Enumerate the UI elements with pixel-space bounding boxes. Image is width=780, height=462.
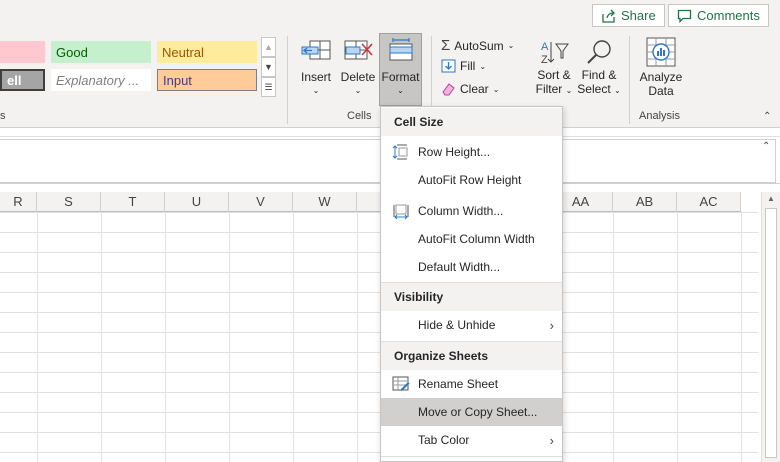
insert-label: Insert [300,70,331,84]
scroll-up-button[interactable]: ▲ [764,194,778,206]
group-separator [629,36,630,124]
share-label: Share [621,8,656,23]
collapse-ribbon-icon[interactable]: ⌃ [763,111,771,122]
sort-filter-icon: A Z [541,41,569,66]
find-select-label-line1: Find & [581,68,617,82]
column-header-r[interactable]: R [0,192,37,212]
menu-item-default-width[interactable]: Default Width... [381,253,562,281]
chevron-down-icon: ⌄ [354,86,362,95]
chevron-down-icon: ⌄ [312,86,320,95]
gallery-more-button[interactable]: ☰ [261,77,276,97]
chevron-down-icon: ⌄ [492,84,500,94]
style-good-cell[interactable]: Good [51,41,151,63]
format-button[interactable]: Format ⌄ [379,33,422,106]
find-select-label-line2: Select [577,82,611,96]
format-dropdown-menu: Cell Size Row Height... AutoFit Row Heig… [380,106,563,462]
style-neutral-cell[interactable]: Neutral [157,41,257,63]
style-explanatory-cell[interactable]: Explanatory ... [51,69,151,91]
menu-header-organize-sheets: Organize Sheets [381,342,562,370]
chevron-right-icon: › [549,318,554,333]
svg-text:Z: Z [541,54,548,66]
clear-label: Clear [460,82,489,96]
analysis-group-label: Analysis [639,110,680,122]
fill-button[interactable]: Fill ⌄ [441,59,486,73]
sort-filter-label-line1: Sort & [537,68,571,82]
vertical-scrollbar[interactable]: ▲ [761,192,780,462]
autosum-button[interactable]: Σ AutoSum ⌄ [441,37,514,54]
cells-group-label: Cells [347,110,372,122]
share-button[interactable]: Share [592,4,665,27]
insert-button[interactable]: Insert ⌄ [296,38,336,104]
fill-down-icon [441,59,456,73]
column-header-u[interactable]: U [165,192,229,212]
column-header-s[interactable]: S [37,192,101,212]
gallery-scroll-up-button[interactable]: ▲ [261,37,276,57]
style-input-cell[interactable]: Input [157,69,257,91]
chevron-right-icon: › [549,433,554,448]
comments-button[interactable]: Comments [668,4,769,27]
format-label: Format [381,70,420,84]
scroll-thumb[interactable] [765,208,777,458]
styles-group-label: s [0,110,6,122]
sigma-icon: Σ [441,37,451,54]
delete-cells-icon [344,40,373,60]
menu-item-row-height[interactable]: Row Height... [381,138,562,166]
row-height-icon [392,144,408,160]
analyze-data-icon [646,37,676,67]
column-width-icon [393,204,409,220]
menu-separator [381,456,562,457]
style-bad-cell[interactable] [0,41,45,63]
analyze-data-button[interactable]: Analyze Data [636,36,686,104]
analyze-label-line2: Data [648,84,674,98]
share-icon [602,9,615,23]
menu-item-move-copy-sheet[interactable]: Move or Copy Sheet... [381,398,562,426]
delete-label: Delete [340,70,376,84]
column-header-w[interactable]: W [293,192,357,212]
column-header-ac[interactable]: AC [677,192,741,212]
sort-filter-button[interactable]: A Z Sort & Filter ⌄ [533,38,575,104]
format-cells-icon [389,38,412,61]
autosum-label: AutoSum [454,38,504,53]
expand-formula-bar-icon[interactable]: ⌃ [762,141,770,152]
rename-sheet-icon [392,376,410,391]
eraser-icon [442,83,455,96]
column-header-t[interactable]: T [101,192,165,212]
cell-grid[interactable] [0,212,758,462]
style-check-cell[interactable]: ell [0,69,45,91]
menu-header-visibility: Visibility [381,283,562,311]
clear-button[interactable]: Clear ⌄ [441,82,499,96]
column-header-ab[interactable]: AB [613,192,677,212]
comment-icon [677,9,692,23]
find-select-button[interactable]: Find & Select ⌄ [577,38,621,104]
gallery-scroll-down-button[interactable]: ▼ [261,57,276,77]
sort-filter-label-line2: Filter [535,82,563,96]
chevron-down-icon: ⌄ [614,86,621,95]
menu-item-autofit-row-height[interactable]: AutoFit Row Height [381,166,562,194]
chevron-down-icon: ⌄ [479,61,487,71]
chevron-down-icon: ⌄ [565,86,573,95]
menu-item-column-width[interactable]: Column Width... [381,197,562,225]
analyze-label-line1: Analyze [639,70,683,84]
menu-item-tab-color[interactable]: Tab Color › [381,426,562,454]
comments-label: Comments [697,8,760,23]
insert-cells-icon [301,40,331,60]
title-bar: Share Comments [0,0,780,32]
delete-button[interactable]: Delete ⌄ [338,38,378,104]
chevron-down-icon: ⌄ [397,86,404,95]
fill-label: Fill [460,59,476,73]
group-separator [287,36,288,124]
svg-text:A: A [541,41,549,53]
menu-header-cell-size: Cell Size [381,108,562,136]
menu-item-rename-sheet[interactable]: Rename Sheet [381,370,562,398]
column-header-v[interactable]: V [229,192,293,212]
menu-item-hide-unhide[interactable]: Hide & Unhide › [381,311,562,339]
magnifier-icon [587,40,611,64]
chevron-down-icon: ⌄ [507,41,515,50]
menu-item-autofit-column-width[interactable]: AutoFit Column Width [381,225,562,253]
